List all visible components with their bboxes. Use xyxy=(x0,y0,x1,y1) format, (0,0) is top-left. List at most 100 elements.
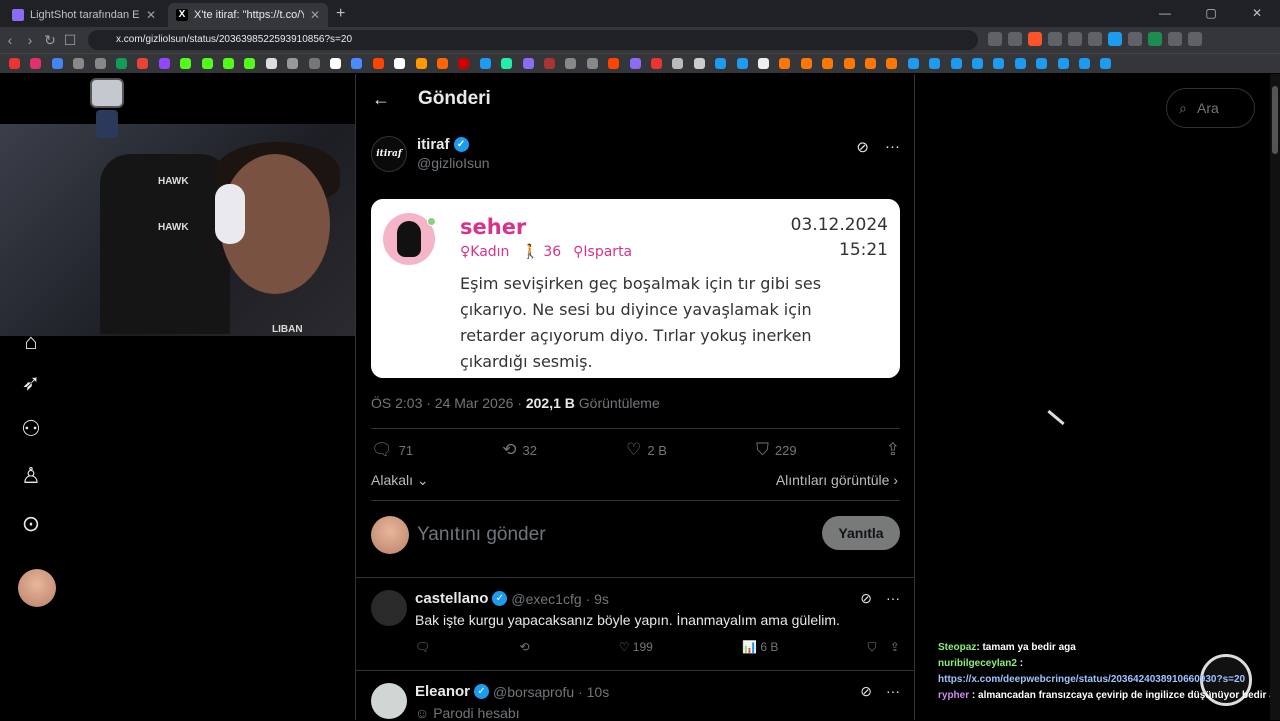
extension-icon[interactable] xyxy=(1068,32,1082,46)
confession-card-image[interactable]: seher ♀Kadın 🚶 36 ⚲Isparta 03.12.2024 15… xyxy=(371,199,900,378)
bookmark-favicon-icon[interactable] xyxy=(73,58,85,69)
bookmark-favicon-icon[interactable] xyxy=(1036,58,1048,69)
repost-action[interactable]: ⟲ 32 xyxy=(502,440,537,460)
extension-icon[interactable] xyxy=(1148,32,1162,46)
close-icon[interactable]: ✕ xyxy=(146,8,156,22)
profile-icon[interactable]: ♙ xyxy=(17,462,45,490)
bookmark-favicon-icon[interactable] xyxy=(501,58,513,69)
grok-icon[interactable]: ⊘ xyxy=(856,138,869,156)
bookmark-favicon-icon[interactable] xyxy=(180,58,192,69)
grok-icon[interactable]: ⊘ xyxy=(860,590,872,607)
reply-button[interactable]: Yanıtla xyxy=(822,516,900,550)
author-handle[interactable]: @gizlioIsun xyxy=(417,155,490,171)
reply-avatar[interactable] xyxy=(371,590,407,626)
bookmark-favicon-icon[interactable] xyxy=(287,58,299,69)
bookmark-favicon-icon[interactable] xyxy=(308,58,320,69)
bookmark-favicon-icon[interactable] xyxy=(929,58,941,69)
view-quotes-link[interactable]: Alıntıları görüntüle › xyxy=(776,472,898,488)
bookmark-favicon-icon[interactable] xyxy=(651,58,662,69)
more-icon[interactable]: ⊙ xyxy=(17,510,45,538)
extension-icon[interactable] xyxy=(1128,32,1142,46)
bookmark-favicon-icon[interactable] xyxy=(629,58,641,69)
bookmark-favicon-icon[interactable] xyxy=(158,58,170,69)
minimize-button[interactable]: — xyxy=(1142,0,1188,27)
bookmark-favicon-icon[interactable] xyxy=(993,58,1005,69)
bookmark-favicon-icon[interactable] xyxy=(865,58,876,69)
bookmark-favicon-icon[interactable] xyxy=(30,58,42,69)
maximize-button[interactable]: ▢ xyxy=(1188,0,1234,27)
bookmark-favicon-icon[interactable] xyxy=(822,58,834,69)
bookmark-favicon-icon[interactable] xyxy=(137,58,149,69)
bookmark-favicon-icon[interactable] xyxy=(736,58,748,69)
bookmark-favicon-icon[interactable] xyxy=(693,58,705,69)
bookmark-favicon-icon[interactable] xyxy=(907,58,919,69)
more-options-icon[interactable]: ··· xyxy=(886,590,900,607)
extension-icon[interactable] xyxy=(1088,32,1102,46)
extension-icon[interactable] xyxy=(1048,32,1062,46)
bookmark-favicon-icon[interactable] xyxy=(458,58,470,69)
browser-tab-lightshot[interactable]: LightShot tarafından Ekran Görüntüsü ✕ xyxy=(4,3,164,27)
bookmark-favicon-icon[interactable] xyxy=(1057,58,1069,69)
address-bar[interactable]: x.com/gizliolsun/status/2036398522593910… xyxy=(88,30,978,50)
bookmark-favicon-icon[interactable] xyxy=(972,58,983,69)
scrollbar[interactable] xyxy=(1270,74,1280,720)
like-action[interactable]: ♡ 199 xyxy=(619,640,653,655)
scrollbar-thumb[interactable] xyxy=(1272,86,1278,154)
bookmark-favicon-icon[interactable] xyxy=(843,58,855,69)
close-icon[interactable]: ✕ xyxy=(310,8,320,22)
bookmark-favicon-icon[interactable] xyxy=(950,58,962,69)
communities-icon[interactable]: ⚇ xyxy=(17,415,45,443)
bookmark-favicon-icon[interactable] xyxy=(415,58,427,69)
rocket-icon[interactable]: ➶ xyxy=(17,369,45,397)
bookmark-share[interactable]: ⛉ ⇪ xyxy=(868,640,900,655)
bookmark-favicon-icon[interactable] xyxy=(1100,58,1112,69)
bookmark-favicon-icon[interactable] xyxy=(672,58,684,69)
views-action[interactable]: 📊 6 B xyxy=(742,640,778,655)
bookmark-favicon-icon[interactable] xyxy=(544,58,555,69)
bookmark-action[interactable]: ⛉ 229 xyxy=(756,440,796,460)
relevant-sort[interactable]: Alakalı ⌄ xyxy=(371,472,429,489)
more-options-icon[interactable]: ··· xyxy=(885,138,900,156)
author-name[interactable]: itiraf xyxy=(417,136,450,153)
bookmark-favicon-icon[interactable] xyxy=(223,58,234,69)
author-avatar[interactable]: itiraf xyxy=(371,136,407,172)
bookmark-favicon-icon[interactable] xyxy=(265,58,277,69)
back-arrow-icon[interactable]: ← xyxy=(372,89,390,110)
reload-icon[interactable]: ↻ xyxy=(40,32,60,49)
bookmark-favicon-icon[interactable] xyxy=(51,58,63,69)
bookmark-favicon-icon[interactable] xyxy=(565,58,577,69)
extension-icon[interactable] xyxy=(1168,32,1182,46)
reply-input[interactable]: Yanıtını gönder xyxy=(417,524,546,546)
search-input[interactable]: ⌕ Ara xyxy=(1166,88,1255,128)
grok-icon[interactable]: ⊘ xyxy=(860,683,872,700)
bookmark-favicon-icon[interactable] xyxy=(372,58,384,69)
bookmark-favicon-icon[interactable] xyxy=(479,58,491,69)
bookmark-favicon-icon[interactable] xyxy=(1079,58,1090,69)
bookmark-favicon-icon[interactable] xyxy=(608,58,620,69)
account-avatar[interactable] xyxy=(18,569,56,607)
bookmark-favicon-icon[interactable] xyxy=(351,58,363,69)
bookmark-favicon-icon[interactable] xyxy=(715,58,727,69)
bookmark-favicon-icon[interactable] xyxy=(779,58,791,69)
reply-avatar[interactable] xyxy=(371,683,407,719)
bookmark-favicon-icon[interactable] xyxy=(394,58,406,69)
extension-icon[interactable] xyxy=(1108,32,1122,46)
bookmark-favicon-icon[interactable] xyxy=(201,58,213,69)
extension-icon[interactable] xyxy=(988,32,1002,46)
bookmark-favicon-icon[interactable] xyxy=(1014,58,1026,69)
bookmark-favicon-icon[interactable] xyxy=(330,58,341,69)
browser-tab-x[interactable]: X X'te itiraf: "https://t.co/YCAIR0a… ✕ xyxy=(168,3,328,27)
bookmark-favicon-icon[interactable] xyxy=(437,58,448,69)
bookmark-favicon-icon[interactable] xyxy=(522,58,534,69)
extension-icon[interactable] xyxy=(1188,32,1202,46)
close-window-button[interactable]: ✕ xyxy=(1234,0,1280,27)
bookmark-favicon-icon[interactable] xyxy=(586,58,598,69)
bookmark-icon[interactable]: ☐ xyxy=(60,32,80,49)
bookmark-favicon-icon[interactable] xyxy=(9,58,20,69)
new-tab-button[interactable]: + xyxy=(336,5,345,23)
forward-icon[interactable]: › xyxy=(20,32,40,48)
like-action[interactable]: ♡ 2 B xyxy=(626,440,667,460)
bookmark-favicon-icon[interactable] xyxy=(116,58,127,69)
post-timestamp[interactable]: ÖS 2:03 · 24 Mar 2026 · xyxy=(371,395,526,411)
repost-icon[interactable]: ⟲ xyxy=(519,640,529,655)
